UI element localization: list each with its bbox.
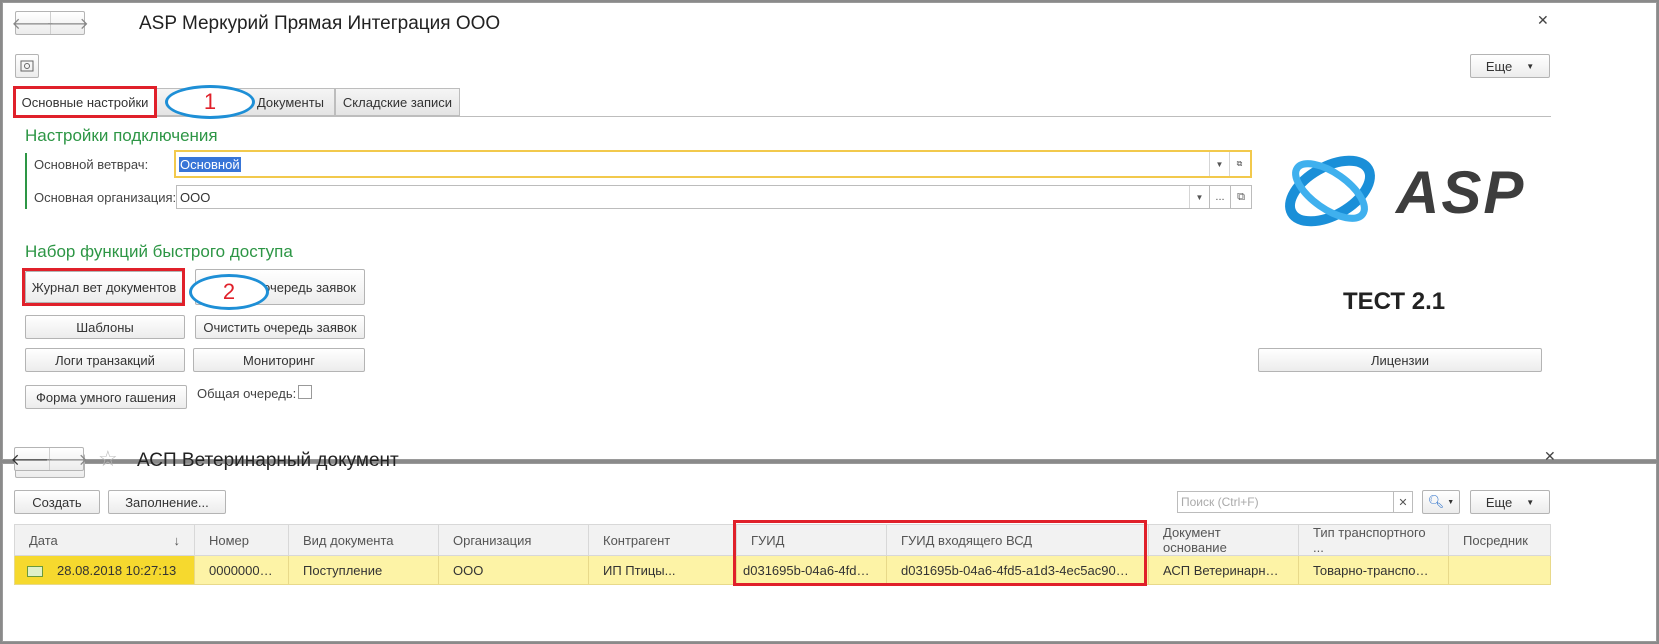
- column-header-incoming-guid[interactable]: ГУИД входящего ВСД: [886, 524, 1149, 556]
- tab-divider: [15, 116, 1551, 117]
- group-marker: [25, 153, 27, 209]
- common-queue-label: Общая очередь:: [197, 386, 297, 401]
- cell-transport[interactable]: Товарно-транспорт...: [1298, 555, 1449, 585]
- more-label: Еще: [1485, 58, 1513, 74]
- column-header-number[interactable]: Номер: [194, 524, 289, 556]
- select-icon[interactable]: ...: [1209, 185, 1231, 209]
- close-icon[interactable]: ✕: [1544, 448, 1556, 465]
- documents-table: Дата ↓ Номер Вид документа Организация Ко…: [14, 524, 1551, 585]
- tab-main-settings[interactable]: Основные настройки: [15, 88, 155, 116]
- tab-label: Основные настройки: [21, 94, 149, 110]
- fill-button[interactable]: Заполнение...: [108, 490, 226, 514]
- quick-heading: Набор функций быстрого доступа: [25, 242, 293, 261]
- chevron-down-icon: ▼: [1526, 61, 1535, 71]
- search-button[interactable]: 🔍︎ ▼: [1422, 490, 1460, 514]
- nav-buttons: 🡐 🡒: [11, 447, 88, 471]
- search-input[interactable]: Поиск (Ctrl+F): [1177, 491, 1394, 513]
- column-header-counterparty[interactable]: Контрагент: [588, 524, 737, 556]
- create-label: Создать: [32, 494, 82, 510]
- licenses-label: Лицензии: [1371, 352, 1429, 368]
- annotation-1: 1: [165, 85, 255, 119]
- fill-label: Заполнение...: [125, 494, 209, 510]
- vet-label: Основной ветврач:: [34, 157, 149, 172]
- tab-warehouse-records[interactable]: Складские записи: [335, 88, 460, 116]
- org-label: Основная организация:: [34, 190, 177, 205]
- search-icon: 🔍︎: [1427, 494, 1445, 509]
- org-value: ООО: [180, 190, 211, 205]
- search-placeholder: Поиск (Ctrl+F): [1181, 495, 1259, 509]
- open-icon[interactable]: ⧉: [1229, 152, 1249, 176]
- monitoring-label: Мониторинг: [242, 352, 316, 368]
- cell-mediator[interactable]: [1448, 555, 1551, 585]
- cell-basis[interactable]: АСП Ветеринарны...: [1148, 555, 1299, 585]
- clear-queue-button[interactable]: Очистить очередь заявок: [195, 315, 365, 339]
- cell-counterparty[interactable]: ИП Птицы...: [588, 555, 737, 585]
- vet-field[interactable]: Основной ▼ ⧉: [174, 150, 1252, 178]
- cell-guid[interactable]: d031695b-04a6-4fd5-a1d3: [736, 555, 887, 585]
- settings-window: 🡐 🡒 ASP Меркурий Прямая Интеграция ООО ✕…: [2, 2, 1657, 460]
- back-arrow-icon[interactable]: 🡐: [12, 12, 55, 34]
- column-header-mediator[interactable]: Посредник: [1448, 524, 1551, 556]
- gear-icon: [20, 60, 34, 72]
- cell-number[interactable]: 000000060: [194, 555, 289, 585]
- column-header-transport[interactable]: Тип транспортного ...: [1298, 524, 1449, 556]
- monitoring-button[interactable]: Мониторинг: [193, 348, 365, 372]
- smart-form-label: Форма умного гашения: [36, 389, 176, 405]
- chevron-down-icon: ▼: [1447, 498, 1455, 506]
- tab-label: Документы: [256, 94, 324, 110]
- cell-date[interactable]: 28.08.2018 10:27:13: [14, 555, 195, 585]
- sort-arrow-icon: ↓: [173, 532, 181, 548]
- column-header-guid[interactable]: ГУИД: [736, 524, 887, 556]
- templates-button[interactable]: Шаблоны: [25, 315, 185, 339]
- logs-label: Логи транзакций: [55, 352, 155, 368]
- templates-label: Шаблоны: [76, 319, 134, 335]
- create-button[interactable]: Создать: [14, 490, 100, 514]
- annotation-2: 2: [189, 274, 269, 310]
- clear-search-icon[interactable]: ✕: [1393, 491, 1413, 513]
- chevron-down-icon: ▼: [1526, 497, 1535, 507]
- more-button[interactable]: Еще ▼: [1470, 490, 1550, 514]
- forward-arrow-icon[interactable]: 🡒: [46, 12, 89, 34]
- licenses-button[interactable]: Лицензии: [1258, 348, 1542, 372]
- window-title: ASP Меркурий Прямая Интеграция ООО: [139, 13, 501, 34]
- tab-label: Складские записи: [342, 94, 453, 110]
- back-arrow-icon[interactable]: 🡐: [11, 448, 54, 470]
- cell-org[interactable]: ООО: [438, 555, 589, 585]
- asp-logo-icon: [1285, 155, 1375, 227]
- cell-incoming-guid[interactable]: d031695b-04a6-4fd5-a1d3-4ec5ac904d22: [886, 555, 1149, 585]
- close-icon[interactable]: ✕: [1537, 12, 1549, 29]
- org-field[interactable]: ООО ▼: [176, 185, 1210, 209]
- chevron-down-icon[interactable]: ▼: [1209, 152, 1229, 176]
- forward-arrow-icon[interactable]: 🡒: [45, 448, 88, 470]
- cell-doc-type[interactable]: Поступление: [288, 555, 439, 585]
- settings-button[interactable]: [15, 54, 39, 78]
- journal-button[interactable]: Журнал вет документов: [25, 271, 183, 303]
- column-header-doc-type[interactable]: Вид документа: [288, 524, 439, 556]
- journal-label: Журнал вет документов: [31, 279, 177, 295]
- smart-form-button[interactable]: Форма умного гашения: [25, 385, 187, 409]
- queue-label: очередь заявок: [263, 279, 356, 295]
- chevron-down-icon[interactable]: ▼: [1189, 186, 1209, 208]
- table-row[interactable]: 28.08.2018 10:27:13 000000060 Поступлени…: [14, 555, 1551, 585]
- document-status-icon: [27, 565, 43, 577]
- open-icon[interactable]: ⧉: [1230, 185, 1252, 209]
- column-header-org[interactable]: Организация: [438, 524, 589, 556]
- clear-queue-label: Очистить очередь заявок: [203, 319, 357, 335]
- column-header-basis[interactable]: Документ основание: [1148, 524, 1299, 556]
- more-label: Еще: [1485, 494, 1513, 510]
- more-button[interactable]: Еще ▼: [1470, 54, 1550, 78]
- column-header-date[interactable]: Дата ↓: [14, 524, 195, 556]
- connection-heading: Настройки подключения: [25, 126, 218, 145]
- window-title: АСП Ветеринарный документ: [137, 450, 399, 471]
- table-header-row: Дата ↓ Номер Вид документа Организация Ко…: [14, 524, 1551, 556]
- star-icon[interactable]: ☆: [98, 446, 118, 472]
- logs-button[interactable]: Логи транзакций: [25, 348, 185, 372]
- nav-buttons: 🡐 🡒: [12, 11, 89, 35]
- vet-value: Основной: [179, 157, 241, 172]
- common-queue-checkbox[interactable]: [298, 385, 312, 399]
- logo-text: ASP: [1396, 159, 1526, 226]
- test-label: ТЕСТ 2.1: [1343, 288, 1446, 315]
